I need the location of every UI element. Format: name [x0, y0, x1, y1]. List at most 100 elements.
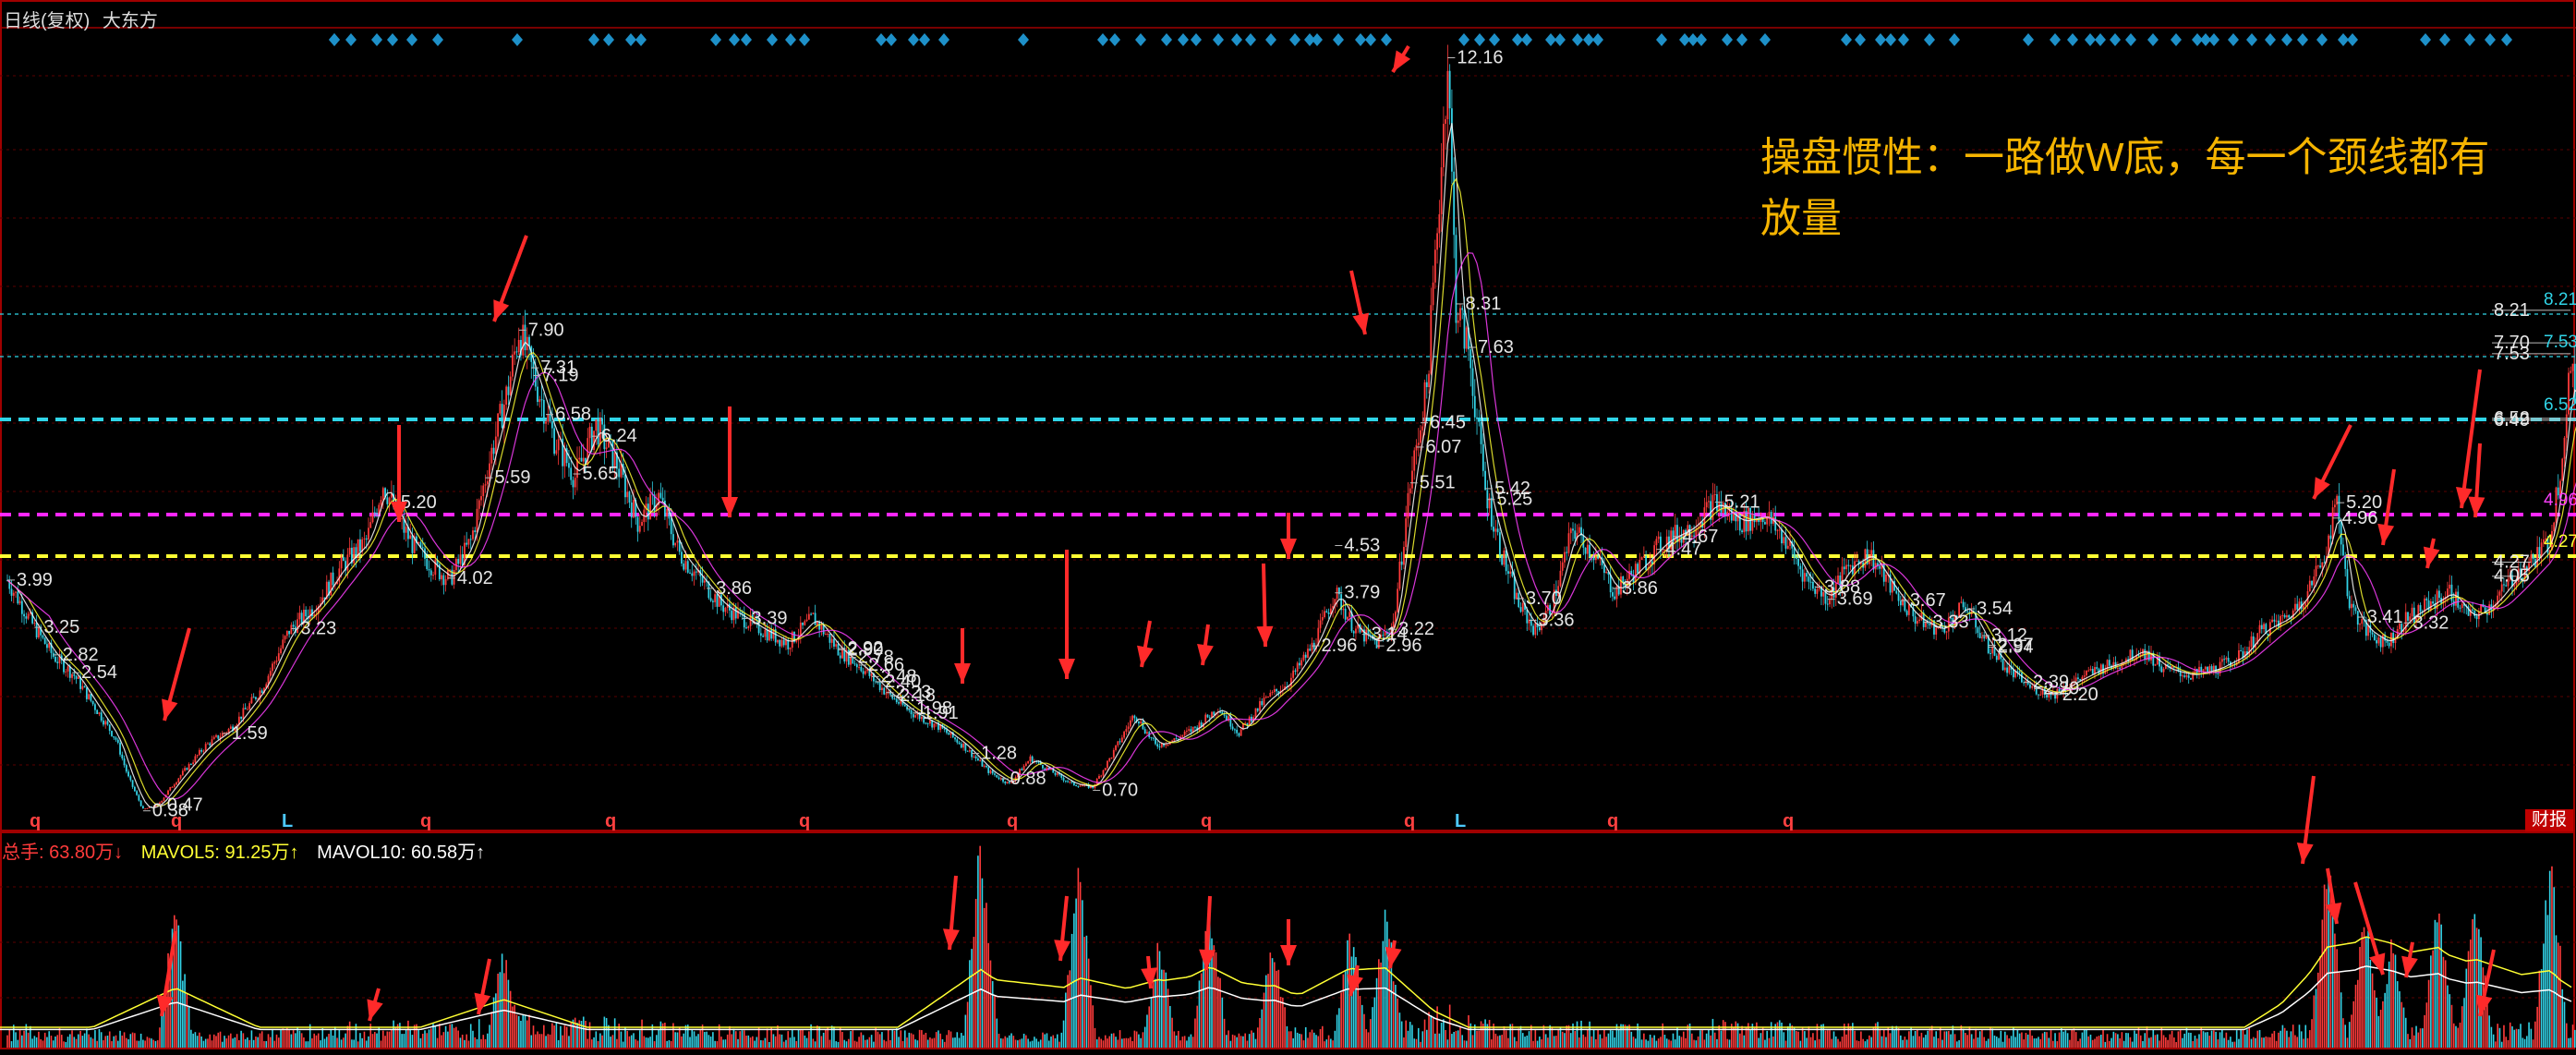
candle-body — [2449, 584, 2451, 589]
volume-bar — [954, 1037, 956, 1048]
signal-diamond — [1289, 33, 1300, 46]
volume-bar — [373, 1032, 376, 1048]
signal-diamond — [1760, 33, 1771, 46]
candle-body — [1108, 758, 1111, 761]
signal-diamond — [908, 33, 919, 46]
candle-body — [1190, 729, 1192, 733]
candle-body — [2089, 668, 2092, 671]
volume-bar — [1879, 1028, 1881, 1048]
candle-body — [1764, 522, 1766, 525]
candle-body — [1929, 623, 1931, 625]
volume-bar — [199, 1032, 200, 1048]
volume-bar — [75, 1038, 78, 1048]
candle-body — [681, 552, 683, 564]
candle-body — [25, 616, 28, 619]
volume-bar — [2565, 1023, 2568, 1048]
volume-bar — [1050, 1037, 1052, 1048]
volume-bar — [2363, 927, 2365, 1048]
volume-bar — [641, 1019, 643, 1048]
volume-bar — [686, 1025, 689, 1048]
volume-bar — [487, 1033, 489, 1048]
candle-body — [1642, 556, 1645, 558]
volume-bar — [1607, 1033, 1610, 1048]
candle-body — [1150, 737, 1153, 739]
signal-diamond — [2095, 33, 2106, 46]
volume-bar — [211, 1040, 213, 1048]
volume-bar — [1160, 969, 1163, 1048]
volume-bar — [2198, 1034, 2200, 1048]
volume-bar — [1987, 1038, 1989, 1048]
volume-bar — [1127, 1037, 1130, 1048]
candle-body — [181, 770, 184, 776]
candle-body — [1206, 714, 1209, 718]
candle-body — [666, 509, 669, 517]
signal-diamond — [2464, 33, 2475, 46]
candle-body — [989, 770, 992, 773]
candle-body — [764, 629, 767, 637]
volume-bar — [2570, 1037, 2572, 1048]
volume-bar — [2048, 1037, 2050, 1048]
volume-bar — [966, 1001, 969, 1048]
candle-body — [545, 421, 547, 424]
volume-bar — [1397, 998, 1398, 1048]
candle-body — [2210, 666, 2213, 671]
volume-bar — [1655, 1040, 1658, 1048]
volume-bar — [2183, 1033, 2185, 1048]
volume-bar — [1564, 1033, 1566, 1048]
candle-body — [1365, 629, 1368, 642]
volume-bar — [2331, 903, 2334, 1048]
volume-bar — [426, 1033, 429, 1048]
volume-bar — [2014, 1037, 2016, 1048]
volume-bar — [1407, 1030, 1409, 1048]
candle-body — [1229, 716, 1232, 727]
volume-bar — [1960, 1025, 1963, 1048]
volume-bar — [1536, 1040, 1539, 1048]
signal-diamond — [2067, 33, 2078, 46]
volume-bar — [611, 1035, 614, 1048]
volume-bar — [384, 1036, 386, 1048]
candle-body — [2250, 636, 2253, 648]
candle-body — [2223, 659, 2226, 661]
volume-bar — [2553, 887, 2555, 1048]
candle-body — [1296, 662, 1299, 672]
candle-body — [2351, 603, 2352, 609]
volume-bar — [1691, 1033, 1693, 1048]
volume-bar — [1544, 1034, 1547, 1048]
candle-body — [1962, 601, 1965, 608]
volume-bar — [1183, 1036, 1186, 1048]
event-marker-L: L — [282, 811, 293, 831]
right-axis-label-7.53: 7.53 — [2544, 333, 2576, 352]
candle-body — [88, 694, 91, 699]
volume-bar — [1939, 1027, 1941, 1048]
volume-bar — [1465, 1040, 1468, 1048]
candle-body — [686, 561, 689, 573]
candle-body — [1398, 561, 1401, 589]
financial-report-badge[interactable]: 财报 — [2525, 809, 2573, 831]
candle-body — [461, 554, 464, 565]
candle-body — [12, 592, 15, 596]
volume-bar — [363, 1031, 366, 1048]
volume-bar — [345, 1033, 346, 1048]
volume-bar — [38, 1031, 40, 1048]
volume-bar — [428, 1029, 430, 1048]
volume-bar — [466, 1034, 467, 1048]
volume-bar — [1791, 1025, 1794, 1048]
signal-diamond — [371, 33, 382, 46]
candle-body — [429, 570, 432, 576]
volume-bar — [307, 1041, 309, 1048]
candle-body — [630, 502, 633, 518]
volume-bar — [568, 1036, 570, 1048]
volume-bar — [248, 1039, 250, 1048]
volume-bar — [238, 1039, 240, 1048]
candle-body — [2038, 694, 2039, 696]
candle-body — [242, 708, 245, 719]
candle-body — [453, 570, 455, 585]
candle-body — [2348, 596, 2351, 609]
candle-body — [1501, 555, 1504, 565]
volume-bar — [104, 1036, 107, 1048]
volume-bar — [1022, 1033, 1025, 1048]
candle-body — [672, 534, 674, 546]
volume-bar — [557, 1040, 560, 1048]
price-label: 3.86 — [1622, 578, 1658, 599]
volume-bar — [1491, 1039, 1493, 1048]
